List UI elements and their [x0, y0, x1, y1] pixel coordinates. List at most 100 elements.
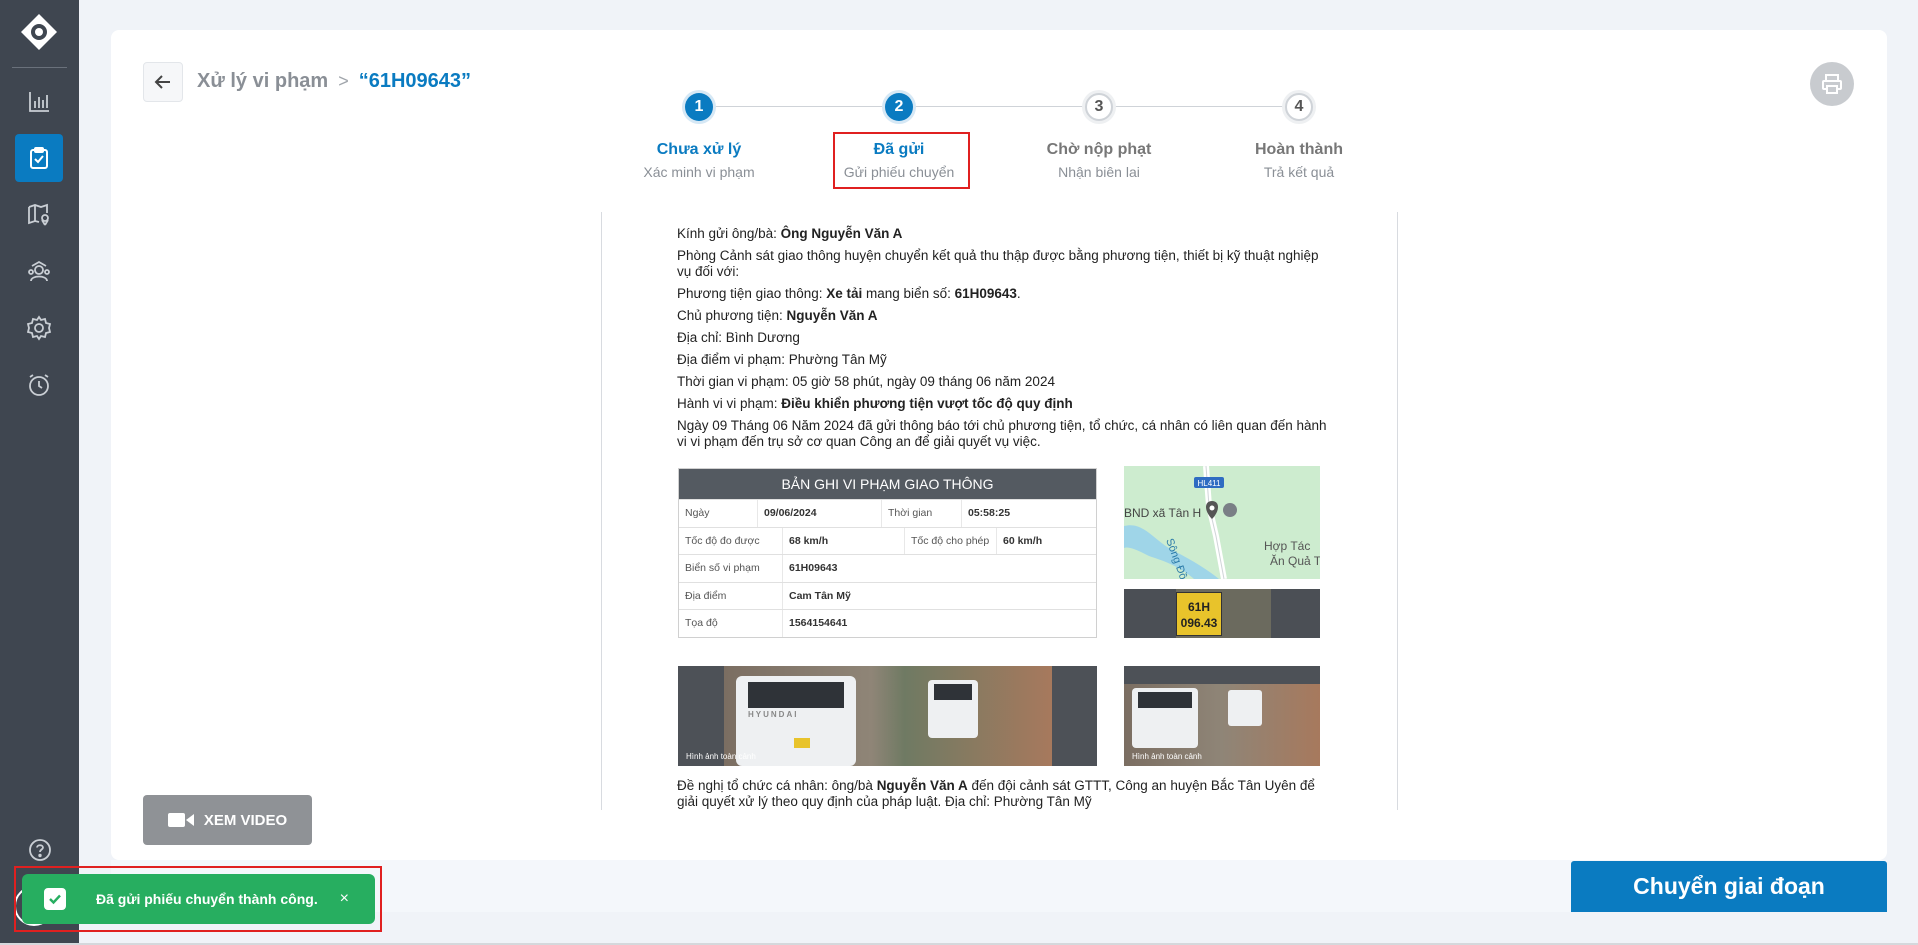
- place-label: Địa điểm: [679, 582, 783, 609]
- plate-close-up[interactable]: 61H 096.43: [1124, 589, 1320, 638]
- print-button[interactable]: [1810, 62, 1854, 106]
- date-label: Ngày: [679, 500, 758, 527]
- gear-icon: [26, 315, 52, 341]
- speed-value: 68 km/h: [783, 527, 905, 554]
- step-4-subtitle: Trả kết quả: [1263, 164, 1335, 180]
- overview-photo[interactable]: HYUNDAI Hình ảnh toàn cảnh: [678, 666, 1097, 766]
- step-3-number[interactable]: 3: [1085, 93, 1113, 121]
- recipient-label: Kính gửi ông/bà:: [677, 226, 781, 241]
- user-group-icon: [28, 260, 50, 282]
- recipient-name: Ông Nguyễn Văn A: [780, 226, 903, 241]
- step-3-subtitle: Nhận biên lai: [1058, 164, 1140, 180]
- notice-line: Ngày 09 Tháng 06 Năm 2024 đã gửi thông b…: [677, 418, 1327, 449]
- check-icon: [44, 888, 66, 910]
- intro-text: Phòng Cảnh sát giao thông huyện chuyển k…: [677, 248, 1319, 279]
- watch-video-button[interactable]: XEM VIDEO: [143, 795, 312, 845]
- sidebar-item-settings[interactable]: [15, 304, 63, 352]
- sidebar-divider: [12, 67, 67, 68]
- step-connector: [1113, 106, 1285, 107]
- violation-behavior-label: Hành vi vi phạm:: [677, 396, 782, 411]
- plate-row-value: 61H09643: [789, 562, 838, 575]
- transfer-stage-button[interactable]: Chuyển giai đoạn: [1571, 861, 1887, 912]
- coord-value: 1564154641: [789, 617, 848, 630]
- step-3-title: Chờ nộp phạt: [1046, 141, 1152, 158]
- time-value: 05:58:25: [968, 507, 1011, 520]
- overview-small-caption: Hình ảnh toàn cảnh: [1132, 752, 1202, 761]
- watch-video-label: XEM VIDEO: [203, 811, 288, 829]
- violation-record-table: BẢN GHI VI PHẠM GIAO THÔNG Ngày 09/06/20…: [678, 468, 1097, 638]
- limit-value: 60 km/h: [1003, 534, 1043, 547]
- table-row: Địa điểm Cam Tân Mỹ: [679, 581, 1096, 609]
- location-map[interactable]: HL411 BND xã Tân H Hợp Tác Ăn Quả T Sông…: [1124, 466, 1320, 579]
- step-1-subtitle: Xác minh vi phạm: [643, 164, 755, 180]
- step-4-title: Hoàn thành: [1255, 141, 1343, 158]
- speed-label: Tốc độ đo được: [679, 527, 783, 554]
- record-title: BẢN GHI VI PHẠM GIAO THÔNG: [679, 469, 1096, 499]
- step-1-number[interactable]: 1: [685, 93, 713, 121]
- printer-icon: [1822, 74, 1842, 94]
- vehicle-type: Xe tải: [826, 286, 863, 301]
- table-row: Tọa độ 1564154641: [679, 609, 1096, 637]
- map-label-commune: BND xã Tân H: [1124, 506, 1201, 520]
- violation-time-line: Thời gian vi phạm: 05 giờ 58 phút, ngày …: [677, 374, 1055, 389]
- step-connector: [713, 106, 885, 107]
- owner-name: Nguyễn Văn A: [786, 308, 878, 323]
- document-body: Kính gửi ông/bà: Ông Nguyễn Văn A Phòng …: [677, 223, 1332, 453]
- clipboard-check-icon: [30, 147, 48, 169]
- overview-photo-small[interactable]: Hình ảnh toàn cảnh: [1124, 666, 1320, 766]
- app-logo-icon[interactable]: [20, 13, 58, 51]
- map-pin-icon: [28, 203, 49, 226]
- sidebar-item-history[interactable]: [15, 361, 63, 409]
- history-icon: [29, 374, 49, 396]
- sidebar-item-officers[interactable]: [15, 247, 63, 295]
- arrow-left-icon: [154, 75, 170, 89]
- toast-message: Đã gửi phiếu chuyển thành công.: [96, 891, 318, 907]
- map-graphic: HL411 BND xã Tân H Hợp Tác Ăn Quả T Sông…: [1124, 466, 1320, 579]
- vehicle-label: Phương tiện giao thông:: [677, 286, 827, 301]
- map-label-fruit: Ăn Quả T: [1270, 553, 1320, 568]
- table-row: Ngày 09/06/2024 Thời gian 05:58:25: [679, 499, 1096, 527]
- success-toast: Đã gửi phiếu chuyển thành công. ×: [22, 874, 375, 924]
- owner-label: Chủ phương tiện:: [677, 308, 787, 323]
- breadcrumb-parent[interactable]: Xử lý vi phạm: [197, 70, 328, 93]
- breadcrumb-current: “61H09643”: [358, 70, 472, 92]
- plate-label: mang biển số:: [862, 286, 955, 301]
- plate-line-1: 61H: [1187, 600, 1210, 614]
- back-button[interactable]: [143, 62, 183, 102]
- close-icon[interactable]: ×: [340, 890, 349, 908]
- step-4-number[interactable]: 4: [1285, 93, 1313, 121]
- footer-text-start: Đề nghị tổ chức cá nhân: ông/bà: [677, 778, 877, 793]
- plate-number: 61H09643: [954, 286, 1017, 301]
- table-row: Tốc độ đo được 68 km/h Tốc độ cho phép 6…: [679, 526, 1096, 554]
- violation-place-line: Địa điểm vi phạm: Phường Tân Mỹ: [677, 352, 887, 367]
- footer-person-name: Nguyễn Văn A: [876, 778, 968, 793]
- step-1-title: Chưa xử lý: [656, 141, 742, 158]
- help-icon[interactable]: [28, 838, 52, 862]
- sidebar: [0, 0, 79, 945]
- step-2-number[interactable]: 2: [885, 93, 913, 121]
- document-footer: Đề nghị tổ chức cá nhân: ông/bà Nguyễn V…: [677, 778, 1332, 810]
- place-value: Cam Tân Mỹ: [789, 589, 851, 602]
- address-line: Địa chỉ: Bình Dương: [677, 330, 800, 345]
- road-tag: HL411: [1198, 479, 1222, 488]
- sentence-end: .: [1016, 286, 1021, 301]
- sidebar-item-reports[interactable]: [15, 78, 63, 126]
- plate-line-2: 096.43: [1180, 616, 1218, 630]
- truck-brand: HYUNDAI: [748, 710, 799, 719]
- step-connector: [913, 106, 1085, 107]
- map-label-coop: Hợp Tác: [1264, 539, 1310, 553]
- active-step-highlight: [833, 132, 970, 189]
- coord-label: Tọa độ: [679, 610, 783, 637]
- chevron-right-icon: >: [338, 71, 349, 91]
- time-label: Thời gian: [882, 500, 962, 527]
- violation-behavior: Điều khiển phương tiện vượt tốc độ quy đ…: [781, 396, 1073, 411]
- breadcrumb: Xử lý vi phạm > “61H09643”: [197, 70, 471, 93]
- date-value: 09/06/2024: [758, 500, 882, 527]
- plate-row-label: Biển số vi phạm: [679, 555, 783, 582]
- overview-caption: Hình ảnh toàn cảnh: [686, 752, 756, 761]
- chart-bar-icon: [29, 92, 49, 112]
- sidebar-item-map[interactable]: [15, 190, 63, 238]
- sidebar-item-violations[interactable]: [15, 134, 63, 182]
- table-row: Biển số vi phạm 61H09643: [679, 554, 1096, 582]
- limit-label: Tốc độ cho phép: [905, 527, 997, 554]
